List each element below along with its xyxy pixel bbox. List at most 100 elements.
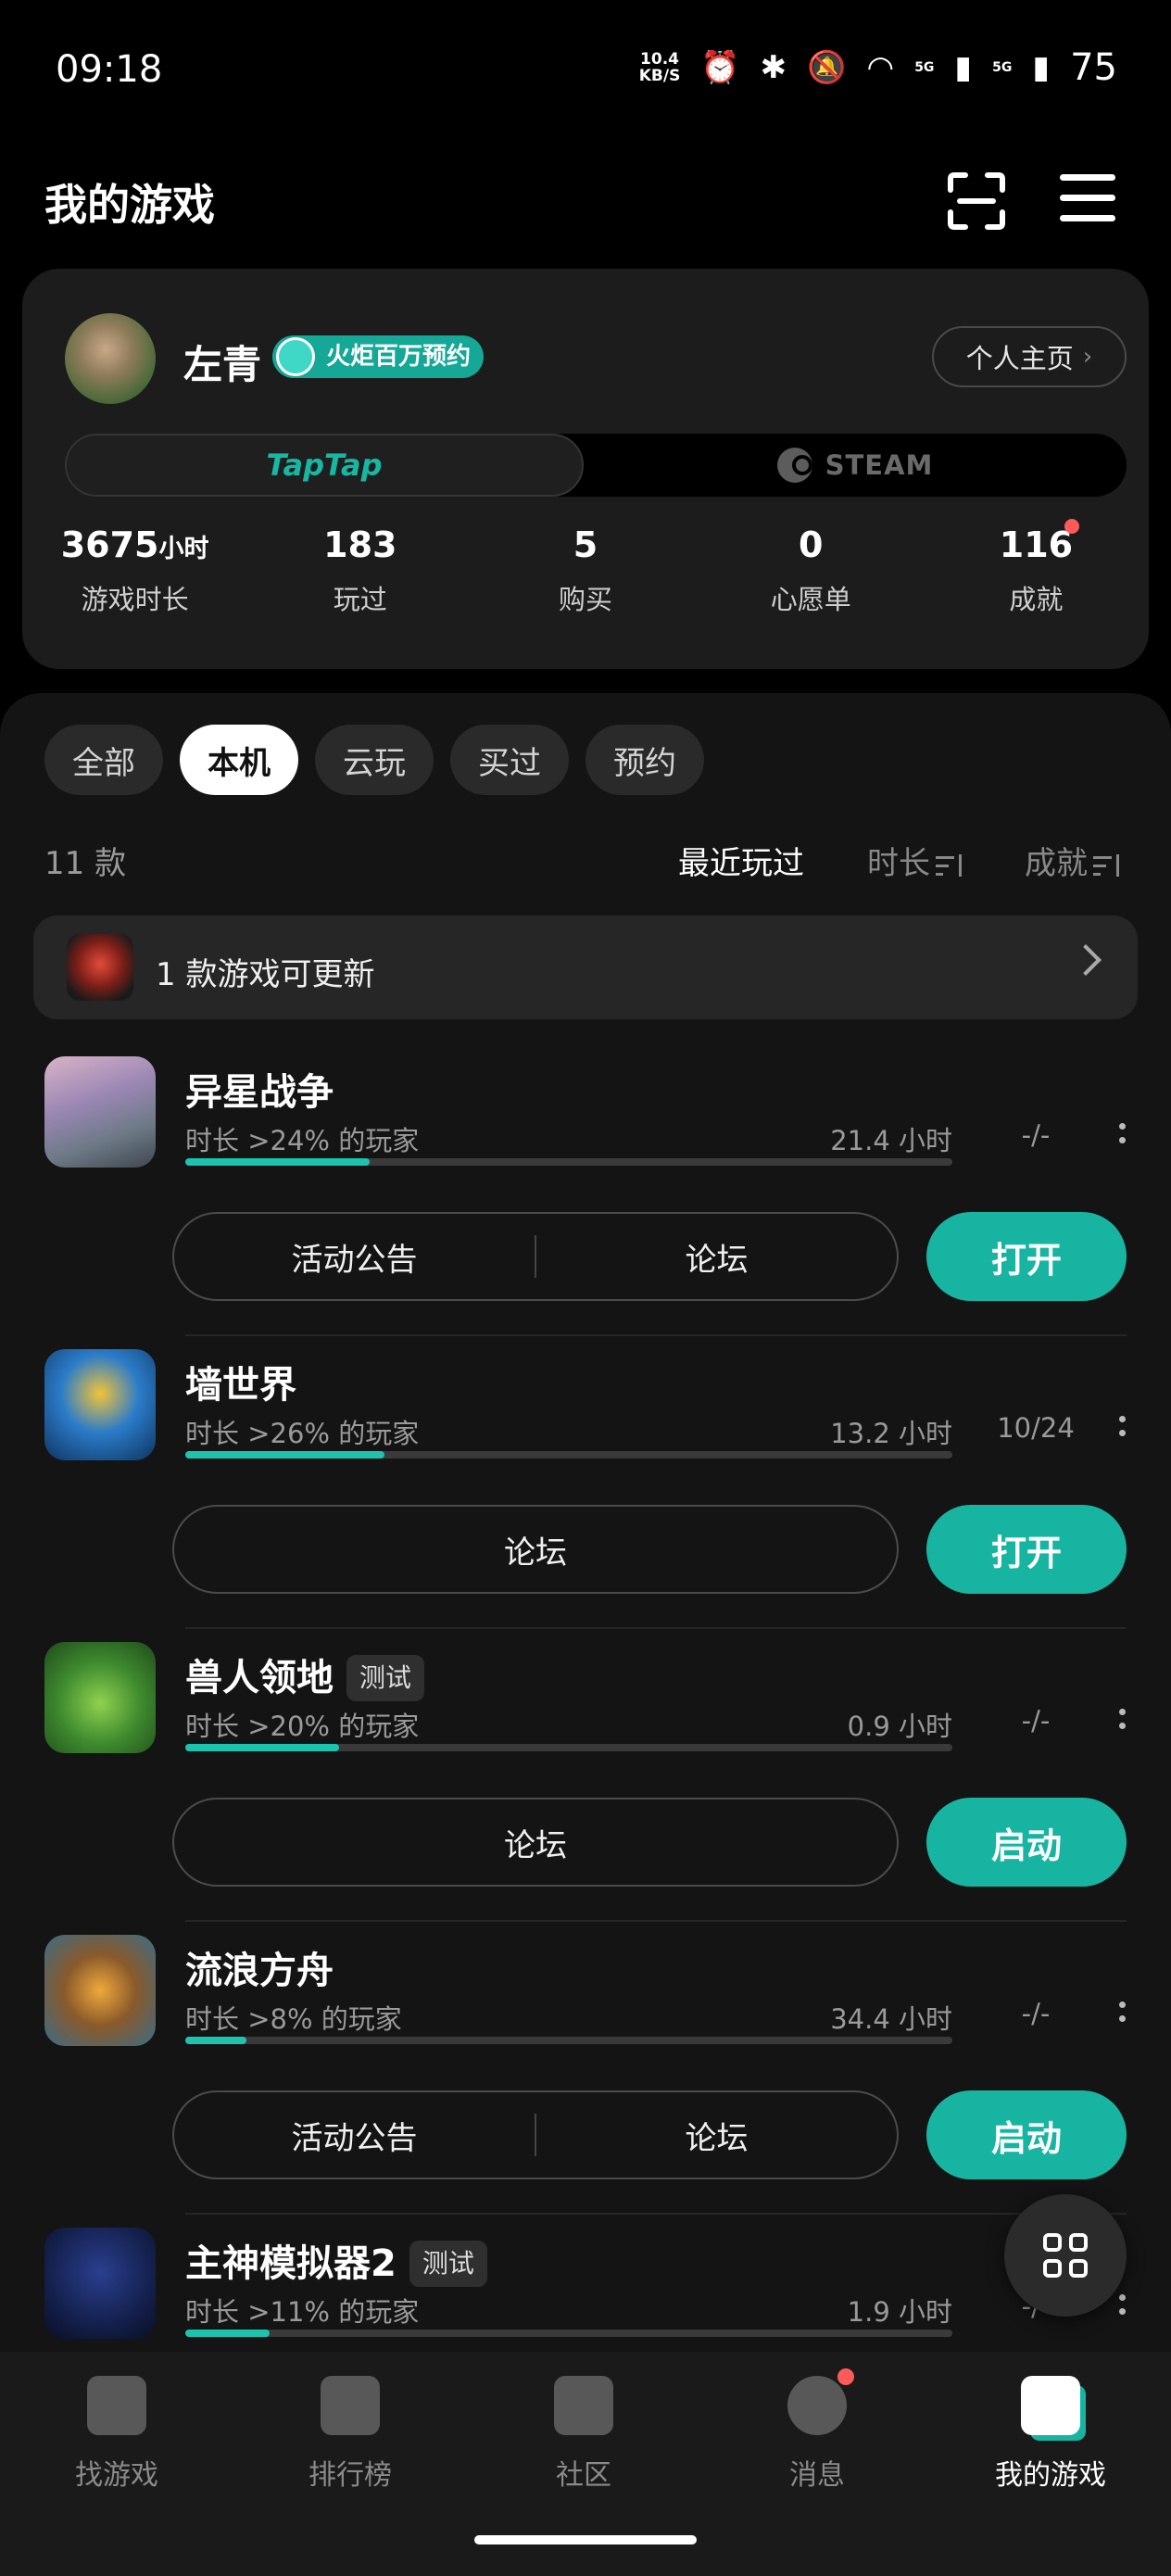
list-item: 墙世界 时长 >26% 的玩家 13.2 小时 10/24 论坛 打开 [0, 1349, 1171, 1642]
tab-bought[interactable]: 买过 [450, 725, 569, 795]
tab-cloud[interactable]: 云玩 [315, 725, 434, 795]
more-options-icon[interactable] [1119, 1123, 1127, 1151]
list-item: 主神模拟器2测试 时长 >11% 的玩家 1.9 小时 -/- [0, 2228, 1171, 2352]
game-icon[interactable] [44, 1056, 156, 1168]
playtime-percentile: 时长 >8% 的玩家 [185, 2003, 402, 2035]
chevron-right-icon [1070, 944, 1102, 976]
home-indicator [474, 2535, 697, 2544]
signal-sim2-icon: 5G [992, 60, 1013, 75]
game-icon[interactable] [44, 1349, 156, 1460]
playtime-percentile: 时长 >24% 的玩家 [185, 1125, 420, 1156]
sort-duration[interactable]: 时长 [867, 838, 962, 883]
game-links: 活动公告 论坛 [172, 2090, 899, 2179]
tab-taptap[interactable]: TapTap [65, 434, 584, 497]
avatar[interactable] [65, 313, 156, 404]
forum-button[interactable]: 论坛 [174, 1527, 897, 1572]
game-links: 论坛 [172, 1798, 899, 1887]
signal-sim1-icon: 5G [914, 60, 935, 75]
achievement-count: -/- [1021, 1119, 1051, 1151]
launch-button[interactable]: 启动 [926, 2090, 1127, 2179]
apps-fab-button[interactable] [1004, 2194, 1127, 2317]
game-name[interactable]: 主神模拟器2 测试 [185, 2233, 487, 2287]
steam-icon [776, 448, 812, 483]
update-banner[interactable]: 1 款游戏可更新 [33, 915, 1138, 1019]
nav-my-games[interactable]: 我的游戏 [967, 2376, 1134, 2493]
playtime-percentile: 时长 >26% 的玩家 [185, 1418, 420, 1449]
game-name[interactable]: 兽人领地 测试 [185, 1648, 425, 1701]
announcement-button[interactable]: 活动公告 [174, 1234, 535, 1280]
forum-button[interactable]: 论坛 [174, 1820, 897, 1865]
playtime-hours: 13.2 小时 [830, 1418, 952, 1449]
forum-button[interactable]: 论坛 [536, 2113, 897, 2158]
nav-messages[interactable]: 消息 [734, 2368, 900, 2493]
nav-find-game[interactable]: 找游戏 [33, 2376, 200, 2493]
playtime-percentile: 时长 >11% 的玩家 [185, 2296, 420, 2328]
list-item: 异星战争 时长 >24% 的玩家 21.4 小时 -/- 活动公告 论坛 打开 [0, 1056, 1171, 1349]
more-options-icon[interactable] [1119, 2294, 1127, 2322]
signal-bars-icon: ▮ [954, 49, 973, 86]
sort-recent[interactable]: 最近玩过 [678, 838, 804, 883]
wifi-icon: ◠ [866, 49, 895, 86]
event-badge[interactable]: 火炬百万预约 [272, 335, 485, 378]
stat-wishlist[interactable]: 0 心愿单 [699, 524, 924, 617]
open-button[interactable]: 打开 [926, 1505, 1127, 1594]
sort-icon [1093, 853, 1119, 877]
grid-icon [1043, 2233, 1088, 2278]
launch-button[interactable]: 启动 [926, 1798, 1127, 1887]
torch-icon [276, 337, 315, 376]
tab-steam[interactable]: STEAM [584, 434, 1127, 497]
signal-bars-icon: ▮ [1032, 49, 1051, 86]
open-button[interactable]: 打开 [926, 1212, 1127, 1301]
list-item: 流浪方舟 时长 >8% 的玩家 34.4 小时 -/- 活动公告 论坛 启动 [0, 1935, 1171, 2228]
status-time: 09:18 [56, 48, 163, 91]
tab-reserved[interactable]: 预约 [586, 725, 704, 795]
game-icon[interactable] [44, 1935, 156, 2046]
sort-icon [936, 853, 962, 877]
playtime-bar [185, 1451, 952, 1458]
achievement-count: 10/24 [997, 1412, 1075, 1444]
playtime-bar [185, 2330, 952, 2337]
game-name[interactable]: 异星战争 [185, 1062, 334, 1116]
playtime-bar [185, 1158, 952, 1166]
playtime-percentile: 时长 >20% 的玩家 [185, 1711, 420, 1742]
game-name[interactable]: 墙世界 [185, 1355, 296, 1408]
find-game-icon [87, 2376, 146, 2435]
message-icon [787, 2368, 854, 2435]
menu-icon [1060, 174, 1115, 181]
stat-achievements[interactable]: 116 成就 [924, 519, 1149, 617]
game-name[interactable]: 流浪方舟 [185, 1940, 334, 1994]
playtime-hours: 21.4 小时 [830, 1125, 952, 1156]
stat-played[interactable]: 183 玩过 [247, 524, 472, 617]
game-icon[interactable] [44, 1642, 156, 1753]
status-icons: 10.4 KB/S ⏰ ✱ 🔕 ◠ 5G ▮ 5G ▮ 75 [639, 46, 1117, 89]
more-options-icon[interactable] [1119, 1416, 1127, 1444]
status-bar: 09:18 10.4 KB/S ⏰ ✱ 🔕 ◠ 5G ▮ 5G ▮ 75 [0, 0, 1171, 148]
playtime-hours: 34.4 小时 [830, 2003, 952, 2035]
scan-button[interactable] [947, 171, 1006, 231]
stat-playtime[interactable]: 3675小时 游戏时长 [22, 524, 247, 617]
notification-dot [837, 2368, 854, 2385]
more-options-icon[interactable] [1119, 2001, 1127, 2029]
nav-community[interactable]: 社区 [500, 2376, 667, 2493]
menu-button[interactable] [1060, 174, 1115, 226]
game-links: 活动公告 论坛 [172, 1212, 899, 1301]
profile-card: 左青 火炬百万预约 个人主页 › TapTap STEAM 3675小时 游戏时… [22, 269, 1149, 669]
list-item: 兽人领地 测试 时长 >20% 的玩家 0.9 小时 -/- 论坛 启动 [0, 1642, 1171, 1935]
tab-all[interactable]: 全部 [44, 725, 163, 795]
game-links: 论坛 [172, 1505, 899, 1594]
more-options-icon[interactable] [1119, 1709, 1127, 1736]
playtime-bar [185, 1744, 952, 1751]
chevron-right-icon: › [1082, 343, 1093, 371]
stat-purchased[interactable]: 5 购买 [472, 524, 698, 617]
my-games-icon [1021, 2376, 1080, 2435]
forum-button[interactable]: 论坛 [536, 1234, 897, 1280]
playtime-bar [185, 2037, 952, 2044]
sort-achievement[interactable]: 成就 [1025, 838, 1119, 883]
playtime-hours: 0.9 小时 [847, 1711, 952, 1742]
profile-home-button[interactable]: 个人主页 › [932, 326, 1127, 387]
announcement-button[interactable]: 活动公告 [174, 2113, 535, 2158]
game-icon[interactable] [44, 2228, 156, 2339]
tab-local[interactable]: 本机 [180, 725, 298, 795]
nav-ranking[interactable]: 排行榜 [267, 2376, 434, 2493]
bluetooth-icon: ✱ [760, 49, 787, 86]
